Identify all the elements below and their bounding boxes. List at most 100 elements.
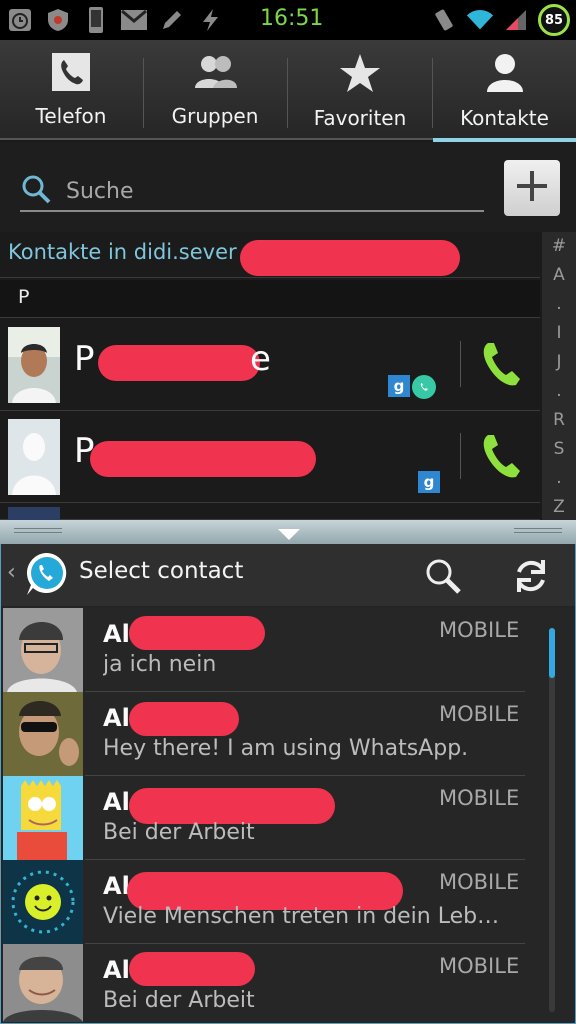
- redaction-mark: [129, 616, 265, 650]
- contact-row[interactable]: P e g: [0, 319, 540, 411]
- contact-name: Al: [103, 620, 130, 648]
- redaction-mark: [129, 702, 239, 736]
- contact-row-partial: [0, 503, 540, 520]
- google-badge: g: [388, 375, 410, 397]
- gmail-icon: [120, 6, 148, 34]
- battery-indicator: 85: [538, 4, 570, 36]
- index-letter[interactable]: S: [554, 435, 565, 464]
- account-header: Kontakte in didi.sever: [0, 232, 540, 278]
- contact-status: ja ich nein: [103, 652, 217, 677]
- phone-type: MOBILE: [439, 702, 520, 726]
- status-bar: 16:51 85: [0, 0, 576, 40]
- contact-name-start: P: [74, 339, 95, 379]
- notification-icons: [6, 4, 224, 36]
- contact-photo: [3, 692, 83, 776]
- collapse-arrow-icon: [278, 526, 300, 545]
- window-title: Select contact: [79, 558, 244, 584]
- phone-type: MOBILE: [439, 618, 520, 642]
- whatsapp-contact-row[interactable]: Al MOBILE Hey there! I am using WhatsApp…: [1, 692, 575, 776]
- index-letter[interactable]: .: [556, 377, 561, 406]
- dialer-tab-bar: Telefon Gruppen Favoriten Kontakte: [0, 40, 576, 142]
- phone-icon: [82, 6, 110, 34]
- phone-type: MOBILE: [439, 870, 520, 894]
- alarm-icon: [6, 6, 34, 34]
- grip-lines: [14, 528, 62, 533]
- call-icon[interactable]: [478, 339, 522, 389]
- contact-row[interactable]: P g: [0, 411, 540, 503]
- whatsapp-contact-row[interactable]: Al MOBILE Viele Menschen treten in dein …: [1, 860, 575, 944]
- vibrate-icon: [430, 6, 458, 34]
- google-badge: g: [418, 471, 440, 493]
- contact-name: Al: [103, 704, 130, 732]
- alphabet-index-scroller[interactable]: # A . I J . R S . Z: [542, 232, 576, 522]
- tab-telefon[interactable]: Telefon: [0, 40, 142, 140]
- action-bar: ‹ Select contact: [1, 544, 575, 608]
- contacts-search-input[interactable]: Suche: [20, 172, 484, 212]
- account-badges: g: [418, 471, 440, 493]
- whatsapp-select-contact-window: ‹ Select contact Al MOBILE ja ich nein A…: [0, 544, 576, 1024]
- index-letter[interactable]: I: [556, 319, 561, 348]
- back-button[interactable]: ‹: [7, 560, 16, 585]
- contact-photo: [8, 507, 60, 520]
- index-letter[interactable]: R: [553, 406, 565, 435]
- search-row: Suche: [0, 142, 576, 232]
- clock: 16:51: [260, 6, 324, 31]
- contact-status: Bei der Arbeit: [103, 820, 255, 845]
- tab-gruppen[interactable]: Gruppen: [144, 40, 286, 140]
- contact-status: Hey there! I am using WhatsApp.: [103, 736, 469, 761]
- redaction-mark: [129, 952, 255, 986]
- scrollbar-thumb[interactable]: [549, 628, 555, 678]
- pencil-icon: [158, 6, 186, 34]
- whatsapp-contact-row[interactable]: Al MOBILE Bei der Arbeit: [1, 944, 575, 1022]
- whatsapp-contact-row[interactable]: Al MOBILE ja ich nein: [1, 608, 575, 692]
- charging-icon: [196, 6, 224, 34]
- call-divider: [460, 341, 461, 387]
- contact-photo: [3, 776, 83, 860]
- phone-type: MOBILE: [439, 786, 520, 810]
- star-icon: [338, 52, 382, 98]
- contact-name: Al: [103, 788, 130, 816]
- account-header-text: Kontakte in didi.sever: [8, 240, 237, 264]
- contact-name: Al: [103, 956, 130, 984]
- add-contact-button[interactable]: [504, 160, 560, 216]
- contact-photo: [3, 944, 83, 1022]
- wifi-icon: [466, 6, 494, 34]
- account-badges: g: [388, 375, 436, 399]
- redaction-mark: [240, 240, 460, 276]
- contact-status: Viele Menschen treten in dein Leb…: [103, 904, 500, 929]
- whatsapp-logo-icon[interactable]: [23, 550, 71, 598]
- shield-icon: [44, 6, 72, 34]
- tab-kontakte[interactable]: Kontakte: [433, 40, 576, 142]
- tab-favoriten[interactable]: Favoriten: [288, 40, 432, 140]
- contact-name: Al: [103, 872, 130, 900]
- index-letter[interactable]: J: [556, 348, 561, 377]
- contact-photo: [3, 860, 83, 944]
- grip-lines: [514, 528, 562, 533]
- index-letter[interactable]: #: [552, 232, 566, 261]
- search-icon[interactable]: [421, 554, 465, 598]
- contact-photo-placeholder: [8, 419, 60, 495]
- search-placeholder: Suche: [66, 178, 134, 204]
- index-letter[interactable]: Z: [553, 493, 565, 522]
- whatsapp-contact-row[interactable]: Al MOBILE Bei der Arbeit: [1, 776, 575, 860]
- refresh-icon[interactable]: [509, 554, 553, 598]
- whatsapp-badge-icon: [412, 375, 436, 399]
- redaction-mark: [98, 345, 260, 381]
- index-letter[interactable]: .: [556, 464, 561, 493]
- phone-type: MOBILE: [439, 954, 520, 978]
- signal-icon: [502, 6, 530, 34]
- person-icon: [483, 52, 527, 98]
- index-letter[interactable]: A: [553, 261, 565, 290]
- system-icons: 85: [430, 4, 570, 36]
- contact-status: Bei der Arbeit: [103, 988, 255, 1013]
- call-icon[interactable]: [478, 431, 522, 481]
- list-scrollbar[interactable]: [549, 628, 555, 1012]
- contact-photo: [8, 327, 60, 403]
- plus-icon: [515, 169, 549, 207]
- redaction-mark: [129, 788, 335, 824]
- contact-photo: [3, 608, 83, 692]
- split-view-handle[interactable]: [0, 520, 576, 544]
- section-header: P: [0, 280, 540, 318]
- index-letter[interactable]: .: [556, 290, 561, 319]
- section-letter: P: [18, 286, 30, 308]
